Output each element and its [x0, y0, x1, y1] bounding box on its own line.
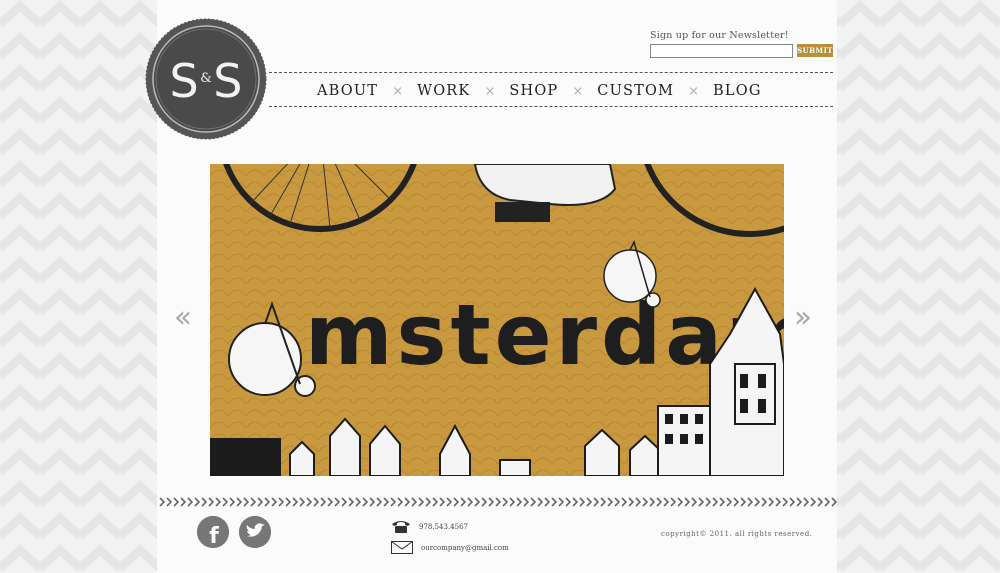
- nav-separator: ×: [484, 83, 496, 99]
- svg-text:&: &: [200, 71, 212, 86]
- site-logo[interactable]: S S &: [145, 18, 267, 140]
- slider-prev-arrow[interactable]: ‹‹: [174, 300, 192, 335]
- footer-chevron-divider: [159, 496, 837, 508]
- amsterdam-illustration: msterdam: [210, 164, 784, 476]
- slider-next-arrow[interactable]: ››: [794, 300, 812, 335]
- nav-top-divider: [269, 72, 833, 73]
- nav-item-blog[interactable]: BLOG: [713, 83, 762, 99]
- twitter-icon[interactable]: [239, 516, 271, 548]
- nav-separator: ×: [392, 83, 404, 99]
- nav-item-shop[interactable]: SHOP: [509, 83, 558, 99]
- contact-phone: 978.543.4567: [391, 520, 468, 534]
- main-nav: ABOUT × WORK × SHOP × CUSTOM × BLOG: [269, 78, 833, 104]
- nav-item-custom[interactable]: CUSTOM: [597, 83, 674, 99]
- nav-separator: ×: [688, 83, 700, 99]
- newsletter-submit-button[interactable]: SUBMIT: [797, 44, 833, 57]
- email-address[interactable]: ourcompany@gmail.com: [421, 544, 509, 552]
- nav-bottom-divider: [269, 106, 833, 107]
- facebook-icon[interactable]: f: [197, 516, 229, 549]
- newsletter-email-input[interactable]: [650, 44, 793, 58]
- nav-item-about[interactable]: ABOUT: [317, 83, 378, 99]
- svg-text:f: f: [209, 524, 219, 548]
- telephone-icon: [392, 521, 410, 533]
- newsletter-signup: Sign up for our Newsletter! SUBMIT: [650, 30, 840, 58]
- page-container: S S & Sign up for our Newsletter! SUBMIT…: [145, 0, 840, 573]
- contact-email: ourcompany@gmail.com: [391, 541, 509, 554]
- nav-separator: ×: [572, 83, 584, 99]
- copyright-text: copyright© 2011. all rights reserved.: [661, 530, 813, 538]
- nav-item-work[interactable]: WORK: [417, 83, 470, 99]
- envelope-icon: [391, 541, 413, 554]
- newsletter-label: Sign up for our Newsletter!: [650, 30, 789, 41]
- hero-slide-image[interactable]: msterdam: [210, 164, 784, 476]
- phone-number: 978.543.4567: [419, 523, 468, 531]
